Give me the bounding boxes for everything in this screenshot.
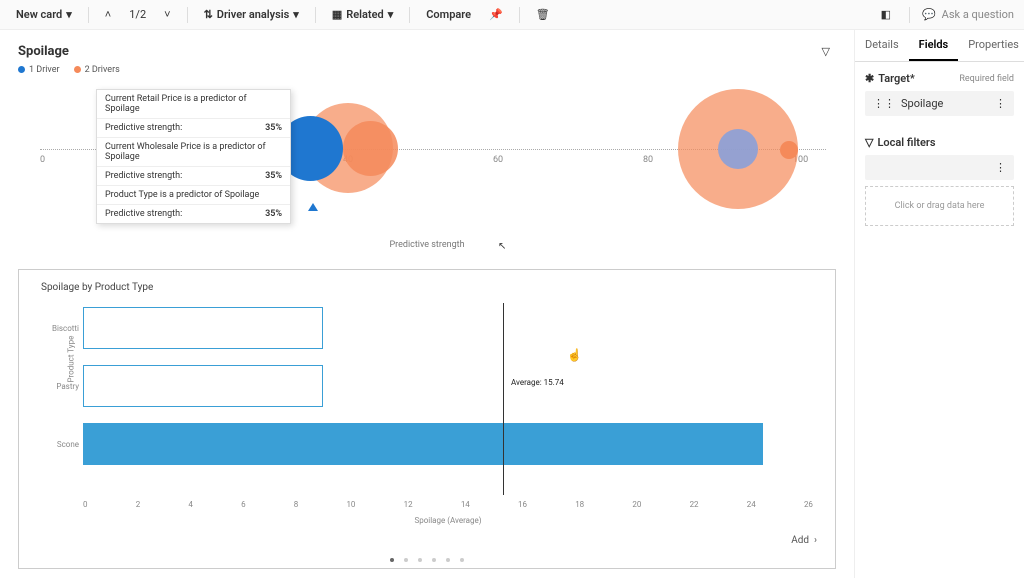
bubble-2drivers[interactable]	[780, 141, 798, 159]
bar-chart[interactable]: Product Type Biscotti Pastry Scone Avera…	[83, 303, 813, 513]
driver-bubble-chart[interactable]: 0 40 60 80 100 Current Retail Price is a…	[18, 81, 836, 241]
chevron-up-icon: ˄	[105, 8, 111, 21]
main-canvas: Spoilage ▽ 1 Driver 2 Drivers 0 40 60 80…	[0, 30, 854, 578]
bubble-2drivers[interactable]	[343, 121, 398, 176]
bar[interactable]	[83, 307, 323, 349]
driver-tooltip: Current Retail Price is a predictor of S…	[96, 89, 291, 224]
next-card-button[interactable]: ˅	[158, 5, 176, 24]
related-button[interactable]: ▦ Related ▾	[326, 5, 399, 24]
chevron-down-icon: ▾	[66, 8, 72, 21]
side-panel: Details Fields Properties ✱Target* Requi…	[854, 30, 1024, 578]
filter-button[interactable]: ▽	[816, 42, 836, 61]
axis-tick: 60	[493, 155, 503, 165]
bar[interactable]	[83, 423, 763, 465]
selected-marker-icon	[308, 203, 318, 211]
bar-label: Scone	[41, 440, 79, 449]
drop-zone[interactable]: Click or drag data here	[865, 186, 1014, 226]
trash-icon: 🗑	[536, 8, 550, 21]
average-label: Average: 15.74	[511, 378, 564, 387]
tab-fields[interactable]: Fields	[909, 30, 959, 61]
pin-button[interactable]: 📌	[483, 5, 509, 24]
panel-icon: ◧	[881, 8, 891, 21]
top-toolbar: New card ▾ ˄ 1/2 ˅ ⇅ Driver analysis ▾ ▦…	[0, 0, 1024, 30]
card-title: Spoilage	[18, 44, 69, 59]
page-indicator: 1/2	[123, 5, 152, 24]
prev-card-button[interactable]: ˄	[99, 5, 117, 24]
field-item-spoilage[interactable]: ⋮⋮Spoilage ⋮	[865, 91, 1014, 116]
panel-toggle-button[interactable]: ◧	[875, 5, 897, 24]
x-axis: 02468101214161820222426	[83, 500, 813, 509]
more-icon[interactable]: ⋮	[995, 97, 1006, 110]
ask-question-input[interactable]: 💬 Ask a question	[922, 8, 1014, 21]
driver-icon: ⇅	[204, 8, 213, 21]
more-icon[interactable]: ⋮	[995, 161, 1006, 174]
tab-details[interactable]: Details	[855, 30, 909, 61]
delete-button[interactable]: 🗑	[530, 5, 556, 24]
bar-label: Biscotti	[41, 324, 79, 333]
bar[interactable]	[83, 365, 323, 407]
bubble-1driver[interactable]	[718, 129, 758, 169]
panel-title: Spoilage by Product Type	[41, 282, 813, 293]
pager-dots[interactable]	[19, 558, 835, 562]
compare-button[interactable]: Compare	[420, 5, 477, 24]
legend: 1 Driver 2 Drivers	[18, 65, 836, 75]
chevron-down-icon: ˅	[164, 8, 170, 21]
drag-handle-icon[interactable]: ⋮⋮	[873, 97, 895, 110]
required-label: Required field	[959, 74, 1014, 84]
chevron-down-icon: ▾	[388, 8, 394, 21]
filter-icon: ▽	[822, 45, 830, 58]
tab-properties[interactable]: Properties	[958, 30, 1024, 61]
new-card-button[interactable]: New card ▾	[10, 5, 78, 24]
side-tabs: Details Fields Properties	[855, 30, 1024, 62]
related-icon: ▦	[332, 8, 342, 21]
axis-tick: 0	[40, 155, 45, 165]
analysis-selector[interactable]: ⇅ Driver analysis ▾	[198, 5, 305, 24]
bar-label: Pastry	[41, 382, 79, 391]
add-button[interactable]: Add ›	[791, 535, 817, 546]
target-icon: ✱	[865, 72, 874, 85]
y-axis-label: Product Type	[67, 336, 76, 383]
axis-tick: 80	[643, 155, 653, 165]
axis-label: Predictive strength	[0, 240, 854, 250]
pin-icon: 📌	[489, 8, 503, 21]
detail-panel: Spoilage by Product Type Product Type Bi…	[18, 269, 836, 569]
chevron-down-icon: ▾	[293, 8, 299, 21]
chat-icon: 💬	[922, 8, 936, 21]
x-axis-label: Spoilage (Average)	[83, 516, 813, 525]
filter-slot[interactable]: ⋮	[865, 155, 1014, 180]
filter-icon: ▽	[865, 136, 873, 149]
average-line	[503, 303, 504, 495]
